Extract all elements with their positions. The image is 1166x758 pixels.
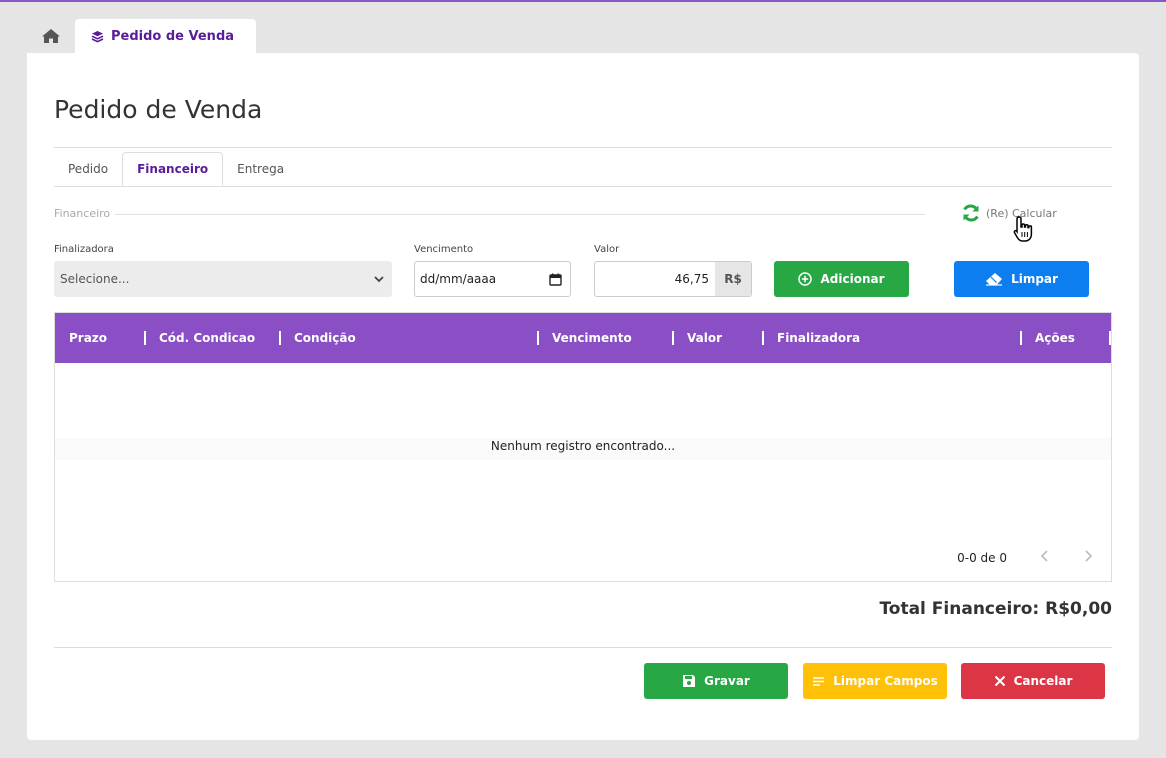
- valor-input-group: 46,75 R$: [594, 261, 752, 297]
- cancel-button-label: Cancelar: [1013, 674, 1073, 688]
- col-separator[interactable]: [537, 331, 539, 345]
- tab-financeiro[interactable]: Financeiro: [122, 152, 224, 186]
- tab-pedido[interactable]: Pedido: [54, 152, 122, 186]
- app-tabbar: Pedido de Venda: [27, 19, 257, 53]
- next-page-icon[interactable]: [1082, 549, 1094, 563]
- col-cod-condicao[interactable]: Cód. Condicao: [159, 313, 255, 363]
- chevron-down-icon: [374, 275, 384, 282]
- lines-icon: [813, 676, 825, 686]
- vencimento-value: dd/mm/aaaa: [420, 272, 497, 286]
- eraser-icon: [986, 273, 1003, 286]
- clear-button[interactable]: Limpar: [954, 261, 1089, 297]
- tab-entrega[interactable]: Entrega: [223, 152, 298, 186]
- clear-button-label: Limpar: [1011, 272, 1058, 286]
- floppy-disk-icon: [683, 675, 696, 687]
- pagination-info: 0-0 de 0: [957, 551, 1007, 565]
- subtabs: Pedido Financeiro Entrega: [54, 152, 298, 186]
- page-title: Pedido de Venda: [54, 95, 263, 124]
- add-button[interactable]: Adicionar: [774, 261, 909, 297]
- financeiro-table: Prazo Cód. Condicao Condição Vencimento …: [54, 312, 1112, 582]
- tabs-divider: [54, 186, 1112, 187]
- clear-fields-button[interactable]: Limpar Campos: [803, 663, 947, 699]
- cancel-button[interactable]: Cancelar: [961, 663, 1105, 699]
- col-separator[interactable]: [144, 331, 146, 345]
- hand-cursor-icon: [1013, 216, 1033, 242]
- home-icon: [42, 29, 60, 43]
- finalizadora-placeholder: Selecione...: [60, 272, 130, 286]
- home-tab[interactable]: [27, 19, 75, 53]
- close-icon: [994, 675, 1005, 687]
- currency-addon: R$: [715, 262, 751, 296]
- col-separator[interactable]: [762, 331, 764, 345]
- add-button-label: Adicionar: [820, 272, 885, 286]
- col-separator[interactable]: [1020, 331, 1022, 345]
- finalizadora-label: Finalizadora: [54, 244, 114, 255]
- save-button[interactable]: Gravar: [644, 663, 788, 699]
- calendar-icon[interactable]: [549, 273, 562, 286]
- col-prazo[interactable]: Prazo: [69, 313, 107, 363]
- total-financeiro: Total Financeiro: R$0,00: [879, 599, 1112, 619]
- main-card: Pedido de Venda Pedido Financeiro Entreg…: [27, 53, 1139, 740]
- tab-label: Pedido de Venda: [111, 28, 235, 44]
- empty-message: Nenhum registro encontrado...: [490, 439, 676, 453]
- section-line: [115, 214, 925, 215]
- plus-circle-icon: [798, 272, 813, 286]
- save-button-label: Gravar: [704, 674, 750, 688]
- col-separator[interactable]: [1109, 331, 1111, 345]
- prev-page-icon[interactable]: [1039, 549, 1051, 563]
- footer-divider: [54, 647, 1112, 648]
- valor-input[interactable]: 46,75: [595, 262, 715, 296]
- section-label: Financeiro: [54, 207, 111, 220]
- refresh-icon: [963, 204, 979, 222]
- table-header: Prazo Cód. Condicao Condição Vencimento …: [55, 313, 1111, 363]
- col-vencimento[interactable]: Vencimento: [552, 313, 632, 363]
- recalculate-button[interactable]: (Re) Calcular: [961, 203, 1057, 223]
- col-finalizadora[interactable]: Finalizadora: [777, 313, 860, 363]
- divider: [54, 147, 1112, 148]
- col-condicao[interactable]: Condição: [294, 313, 356, 363]
- col-valor[interactable]: Valor: [687, 313, 722, 363]
- valor-label: Valor: [594, 244, 620, 255]
- finalizadora-select[interactable]: Selecione...: [54, 261, 392, 297]
- layers-icon: [91, 30, 104, 42]
- top-accent-line: [0, 0, 1166, 2]
- col-separator[interactable]: [279, 331, 281, 345]
- tab-pedido-de-venda[interactable]: Pedido de Venda: [75, 19, 257, 53]
- col-separator[interactable]: [672, 331, 674, 345]
- col-acoes[interactable]: Ações: [1035, 313, 1075, 363]
- vencimento-date-input[interactable]: dd/mm/aaaa: [414, 261, 571, 297]
- clear-fields-label: Limpar Campos: [833, 674, 938, 688]
- vencimento-label: Vencimento: [414, 244, 474, 255]
